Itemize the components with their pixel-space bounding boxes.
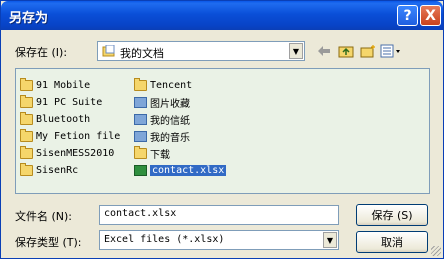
back-icon[interactable] [315, 43, 333, 59]
up-folder-icon[interactable] [337, 43, 355, 59]
filetype-value: Excel files (*.xlsx) [104, 234, 225, 245]
list-item-selected[interactable]: contact.xlsx [134, 162, 227, 178]
folder-icon [20, 128, 33, 142]
dialog-title: 另存为 [9, 11, 49, 26]
my-documents-icon [102, 44, 116, 57]
folder-icon [134, 77, 147, 91]
folder-icon [134, 145, 147, 159]
filetype-label: 保存类型 (T): [15, 236, 82, 249]
save-in-label: 保存在 (I): [15, 46, 68, 59]
list-item[interactable]: 91 Mobile [20, 77, 90, 93]
chevron-down-icon[interactable]: ▼ [323, 232, 337, 248]
folder-icon [20, 111, 33, 125]
list-item[interactable]: My Fetion file [20, 128, 120, 144]
cancel-button[interactable]: 取消 [356, 231, 428, 253]
folder-icon [20, 145, 33, 159]
new-folder-icon[interactable] [359, 43, 377, 59]
view-menu-icon[interactable] [379, 43, 403, 59]
folder-icon [20, 77, 33, 91]
save-in-dropdown[interactable]: 我的文档 ▼ [97, 41, 305, 61]
save-as-dialog: 另存为 ? X 保存在 (I): 我的文档 ▼ 91 Mobile 91 PC … [0, 0, 444, 259]
list-item[interactable]: Bluetooth [20, 111, 90, 127]
list-item[interactable]: 图片收藏 [134, 94, 190, 110]
excel-file-icon [134, 164, 147, 176]
close-button[interactable]: X [420, 5, 441, 26]
music-folder-icon [134, 130, 147, 142]
filename-label: 文件名 (N): [15, 210, 73, 223]
help-icon: ? [403, 7, 412, 24]
list-item[interactable]: 我的音乐 [134, 128, 190, 144]
chevron-down-icon[interactable]: ▼ [289, 43, 303, 59]
file-list[interactable]: 91 Mobile 91 PC Suite Bluetooth My Fetio… [15, 68, 430, 194]
filename-input[interactable]: contact.xlsx [99, 205, 339, 225]
folder-icon [20, 162, 33, 176]
list-item[interactable]: 下载 [134, 145, 170, 161]
list-item[interactable]: Tencent [134, 77, 192, 93]
list-item[interactable]: SisenRc [20, 162, 78, 178]
folder-icon [20, 94, 33, 108]
save-button[interactable]: 保存 (S) [356, 204, 428, 226]
list-item[interactable]: 我的信纸 [134, 111, 190, 127]
list-item[interactable]: SisenMESS2010 [20, 145, 114, 161]
stationery-folder-icon [134, 113, 147, 125]
close-icon: X [425, 7, 436, 24]
save-in-value: 我的文档 [120, 47, 164, 60]
help-button[interactable]: ? [397, 5, 418, 26]
title-bar[interactable]: 另存为 ? X [1, 1, 443, 30]
resize-grip[interactable] [431, 246, 441, 256]
filetype-dropdown[interactable]: Excel files (*.xlsx) ▼ [99, 230, 339, 250]
list-item[interactable]: 91 PC Suite [20, 94, 102, 110]
picture-folder-icon [134, 96, 147, 108]
